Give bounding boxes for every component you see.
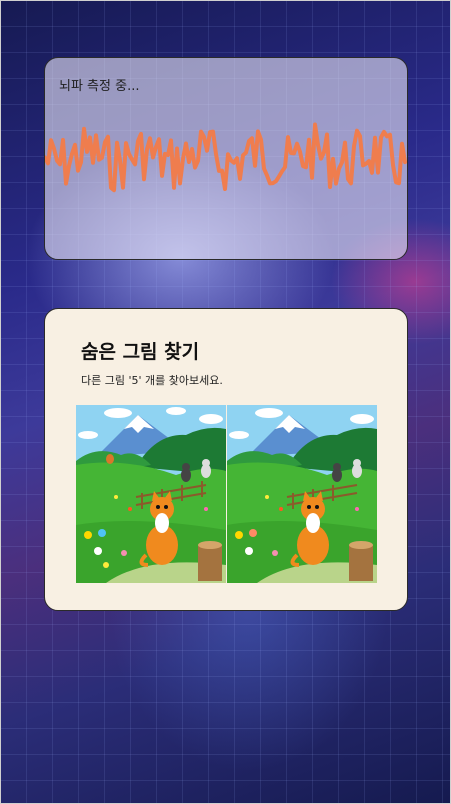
game-title: 숨은 그림 찾기 xyxy=(81,341,200,363)
hidden-picture-card: 숨은 그림 찾기 다른 그림 '5' 개를 찾아보세요. xyxy=(44,308,408,611)
brainwave-graph xyxy=(45,122,407,193)
game-instruction: 다른 그림 '5' 개를 찾아보세요. xyxy=(81,374,223,387)
right-picture[interactable] xyxy=(227,405,377,583)
scene-left xyxy=(76,405,226,583)
left-picture[interactable] xyxy=(76,405,226,583)
measuring-status: 뇌파 측정 중... xyxy=(59,79,140,94)
brainwave-card: 뇌파 측정 중... xyxy=(44,57,408,260)
scene-right xyxy=(227,405,377,583)
